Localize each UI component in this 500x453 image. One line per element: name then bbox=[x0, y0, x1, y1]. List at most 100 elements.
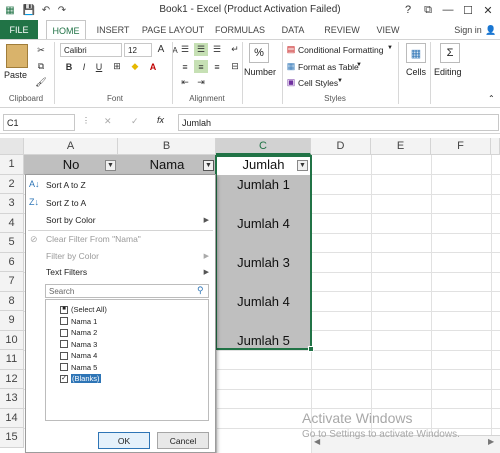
wrap-text-icon[interactable]: ↵ bbox=[228, 43, 242, 56]
align-bottom-icon[interactable]: ☰ bbox=[210, 43, 224, 56]
collapse-ribbon-icon[interactable]: ⌃ bbox=[488, 94, 495, 103]
row-header[interactable]: 7 bbox=[0, 272, 24, 292]
editing-icon[interactable]: Σ bbox=[440, 43, 460, 63]
italic-button[interactable]: I bbox=[77, 60, 91, 73]
borders-icon[interactable]: ⊞ bbox=[110, 60, 124, 73]
search-input[interactable]: Search bbox=[45, 284, 209, 298]
row-header[interactable]: 8 bbox=[0, 291, 24, 311]
row-header[interactable]: 4 bbox=[0, 213, 24, 233]
row-header[interactable]: 11 bbox=[0, 350, 24, 370]
cells-button[interactable]: Cells bbox=[406, 67, 426, 77]
conditional-formatting-icon[interactable]: ▤ bbox=[284, 43, 298, 56]
align-left-icon[interactable]: ≡ bbox=[178, 60, 192, 73]
decrease-indent-icon[interactable]: ⇤ bbox=[178, 76, 192, 89]
grow-font-icon[interactable]: A bbox=[154, 43, 168, 56]
value-item[interactable]: Nama 2 bbox=[60, 327, 107, 339]
format-as-table-icon[interactable]: ▦ bbox=[284, 60, 298, 73]
tab-insert[interactable]: INSERT bbox=[92, 20, 134, 40]
filter-by-color-menu-item[interactable]: Filter by Color bbox=[46, 248, 99, 264]
sort-by-color-menu-item[interactable]: Sort by Color bbox=[46, 212, 96, 228]
underline-button[interactable]: U bbox=[92, 60, 106, 73]
select-all-corner[interactable] bbox=[0, 138, 24, 155]
fill-handle[interactable] bbox=[308, 346, 314, 352]
row-header[interactable]: 15 bbox=[0, 428, 24, 448]
sort-za-menu-item[interactable]: Sort Z to A bbox=[46, 195, 86, 211]
merge-cells-icon[interactable]: ⊟ bbox=[228, 60, 242, 73]
percent-icon[interactable]: % bbox=[249, 43, 269, 63]
fill-color-icon[interactable]: ◆ bbox=[128, 60, 142, 73]
tab-review[interactable]: REVIEW bbox=[320, 20, 364, 40]
tab-formulas[interactable]: FORMULAS bbox=[214, 20, 266, 40]
value-item[interactable]: Nama 4 bbox=[60, 350, 107, 362]
ok-button[interactable]: OK bbox=[98, 432, 150, 449]
tab-home[interactable]: HOME bbox=[46, 20, 86, 40]
column-header-a[interactable]: A bbox=[24, 138, 118, 155]
align-top-icon[interactable]: ☰ bbox=[178, 43, 192, 56]
enter-icon[interactable]: ✓ bbox=[131, 116, 139, 127]
formula-input[interactable]: Jumlah bbox=[178, 114, 499, 131]
blanks-item[interactable]: ✓ (Blanks) bbox=[60, 373, 107, 385]
value-item[interactable]: Nama 1 bbox=[60, 316, 107, 328]
filter-dropdown-button-b[interactable]: ▼ bbox=[203, 160, 214, 171]
column-header-g[interactable] bbox=[491, 138, 500, 155]
value-item[interactable]: Nama 3 bbox=[60, 339, 107, 351]
row-header[interactable]: 13 bbox=[0, 389, 24, 409]
cells-icon[interactable]: ▦ bbox=[406, 43, 426, 63]
editing-button[interactable]: Editing bbox=[434, 67, 462, 77]
sign-in-link[interactable]: Sign in bbox=[450, 20, 486, 40]
row-header[interactable]: 6 bbox=[0, 252, 24, 272]
sort-az-menu-item[interactable]: Sort A to Z bbox=[46, 177, 86, 193]
paste-icon[interactable] bbox=[6, 44, 28, 68]
row-header[interactable]: 5 bbox=[0, 233, 24, 253]
tab-data[interactable]: DATA bbox=[276, 20, 310, 40]
insert-function-icon[interactable]: fx bbox=[157, 115, 164, 125]
font-name-select[interactable]: Calibri bbox=[60, 43, 122, 57]
bold-button[interactable]: B bbox=[62, 60, 76, 73]
cancel-button[interactable]: Cancel bbox=[157, 432, 209, 449]
scroll-right-icon[interactable]: ▶ bbox=[488, 437, 494, 446]
row-header[interactable]: 2 bbox=[0, 174, 24, 194]
cell-b1[interactable]: Nama bbox=[118, 155, 216, 175]
font-size-select[interactable]: 12 bbox=[124, 43, 152, 57]
column-header-d[interactable]: D bbox=[311, 138, 371, 155]
row-header[interactable]: 12 bbox=[0, 369, 24, 389]
value-item[interactable]: Nama 5 bbox=[60, 362, 107, 374]
text-filters-menu-item[interactable]: Text Filters bbox=[46, 264, 87, 280]
copy-icon[interactable]: ⧉ bbox=[34, 60, 48, 73]
tab-view[interactable]: VIEW bbox=[372, 20, 404, 40]
number-button[interactable]: Number bbox=[244, 67, 276, 77]
cell-styles-button[interactable]: Cell Styles bbox=[298, 78, 338, 88]
checkbox-icon[interactable] bbox=[60, 340, 68, 349]
row-header[interactable]: 9 bbox=[0, 311, 24, 331]
font-color-icon[interactable]: A bbox=[146, 60, 160, 73]
format-painter-icon[interactable]: 🖌 bbox=[34, 76, 48, 89]
close-button[interactable]: ✕ bbox=[476, 1, 500, 19]
align-middle-icon[interactable]: ☰ bbox=[194, 43, 208, 56]
format-as-table-button[interactable]: Format as Table bbox=[298, 62, 359, 72]
cell-a1[interactable]: No bbox=[24, 155, 118, 175]
checkbox-icon[interactable] bbox=[60, 363, 68, 372]
name-box[interactable]: C1 bbox=[3, 114, 75, 131]
tab-file[interactable]: FILE bbox=[0, 20, 38, 40]
cancel-icon[interactable]: ✕ bbox=[104, 116, 112, 127]
checkbox-icon[interactable] bbox=[60, 317, 68, 326]
cell-styles-icon[interactable]: ▣ bbox=[284, 76, 298, 89]
row-header[interactable]: 10 bbox=[0, 330, 24, 350]
row-header[interactable]: 1 bbox=[0, 155, 24, 175]
column-header-b[interactable]: B bbox=[118, 138, 216, 155]
row-header[interactable]: 14 bbox=[0, 408, 24, 428]
checkbox-checked-icon[interactable]: ✓ bbox=[60, 374, 68, 383]
conditional-formatting-button[interactable]: Conditional Formatting bbox=[298, 45, 384, 55]
cut-icon[interactable]: ✂ bbox=[34, 44, 48, 57]
increase-indent-icon[interactable]: ⇥ bbox=[194, 76, 208, 89]
clear-filter-menu-item[interactable]: Clear Filter From "Nama" bbox=[46, 231, 141, 247]
row-header[interactable]: 3 bbox=[0, 194, 24, 214]
user-icon[interactable]: 👤 bbox=[484, 20, 498, 40]
tab-page-layout[interactable]: PAGE LAYOUT bbox=[141, 20, 205, 40]
select-all-item[interactable]: ■ (Select All) bbox=[60, 304, 107, 316]
checkbox-icon[interactable] bbox=[60, 351, 68, 360]
filter-dropdown-button-a[interactable]: ▼ bbox=[105, 160, 116, 171]
align-right-icon[interactable]: ≡ bbox=[210, 60, 224, 73]
checkbox-icon[interactable] bbox=[60, 328, 68, 337]
align-center-icon[interactable]: ≡ bbox=[194, 60, 208, 73]
